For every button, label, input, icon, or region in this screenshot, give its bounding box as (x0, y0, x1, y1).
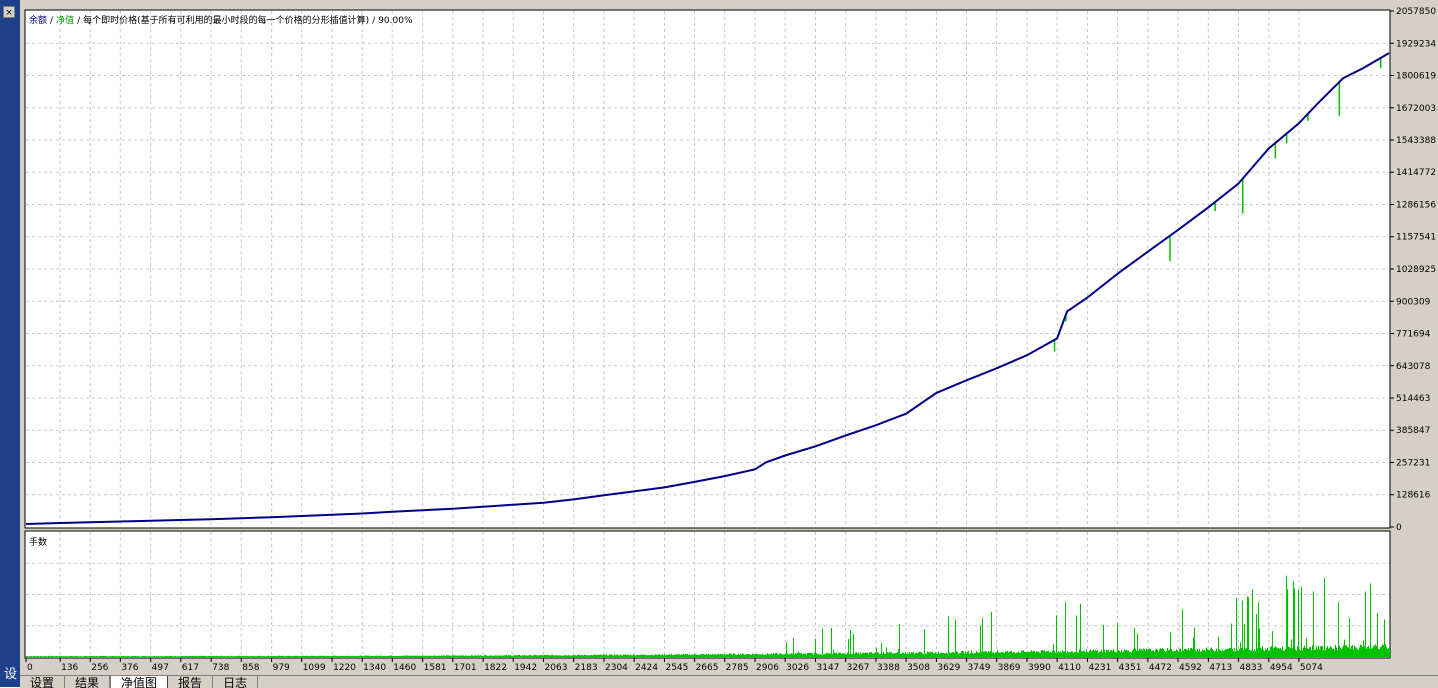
x-tick-label: 3629 (937, 663, 960, 673)
y-tick-label: 257231 (1396, 459, 1430, 469)
x-tick-label: 5074 (1300, 663, 1323, 673)
x-tick-label: 738 (212, 663, 229, 673)
x-tick-label: 1581 (424, 663, 447, 673)
y-tick-label: 643078 (1396, 362, 1431, 372)
legend-description: 每个即时价格(基于所有可利用的最小时段的每一个价格的分形插值计算) (83, 16, 370, 26)
x-tick-label: 4954 (1270, 663, 1293, 673)
x-tick-label: 3749 (968, 663, 991, 673)
y-tick-label: 128616 (1396, 491, 1431, 501)
x-tick-label: 1822 (484, 663, 507, 673)
x-tick-label: 136 (61, 663, 78, 673)
y-tick-label: 385847 (1396, 426, 1430, 436)
x-tick-label: 4351 (1119, 663, 1142, 673)
x-tick-label: 2545 (665, 663, 688, 673)
x-tick-label: 4833 (1239, 663, 1262, 673)
legend-balance: 余额 (29, 16, 48, 26)
y-tick-label: 0 (1396, 523, 1402, 533)
y-tick-label: 1672003 (1396, 104, 1436, 114)
x-tick-label: 2424 (635, 663, 658, 673)
x-tick-label: 3508 (907, 663, 930, 673)
equity-chart: 0 128616 257231 385847 514463 643078 771694 900… (24, 7, 1436, 673)
x-tick-label: 3388 (877, 663, 900, 673)
x-tick-label: 3026 (786, 663, 809, 673)
y-tick-label: 1028925 (1396, 265, 1436, 275)
x-tick-label: 4110 (1058, 663, 1081, 673)
x-tick-label: 3147 (817, 663, 840, 673)
x-tick-label: 4713 (1209, 663, 1232, 673)
x-tick-label: 4231 (1088, 663, 1111, 673)
x-tick-label: 1701 (454, 663, 477, 673)
x-tick-label: 2906 (756, 663, 779, 673)
x-tick-label: 4592 (1179, 663, 1202, 673)
legend-equity: 净值 (56, 16, 75, 26)
x-tick-label: 4472 (1149, 663, 1172, 673)
y-tick-label: 1543388 (1396, 136, 1436, 146)
y-axis: 0 128616 257231 385847 514463 643078 771694 900… (1390, 7, 1436, 533)
x-tick-label: 3869 (998, 663, 1021, 673)
x-tick-label: 2063 (545, 663, 568, 673)
y-tick-label: 1157541 (1396, 233, 1436, 243)
lots-label: 手数 (29, 538, 48, 548)
x-axis: 0 136 256 376 497 617 738 858 979 1099 1220 1340 146… (25, 658, 1323, 673)
x-tick-label: 2665 (696, 663, 719, 673)
y-tick-label: 1286156 (1396, 201, 1436, 211)
tab-equity-chart[interactable]: 净值图 (110, 676, 169, 688)
y-tick-label: 2057850 (1396, 7, 1436, 17)
x-tick-label: 2304 (605, 663, 628, 673)
y-tick-label: 1414772 (1396, 168, 1436, 178)
y-tick-label: 1929234 (1396, 39, 1436, 49)
legend-separator: / (77, 16, 81, 26)
y-tick-label: 1800619 (1396, 71, 1436, 81)
x-tick-label: 2785 (726, 663, 749, 673)
x-tick-label: 1220 (333, 663, 356, 673)
legend-separator: / (50, 16, 54, 26)
x-tick-label: 376 (121, 663, 138, 673)
legend-separator: / (372, 16, 376, 26)
x-tick-label: 1460 (393, 663, 416, 673)
x-tick-label: 3990 (1028, 663, 1051, 673)
x-tick-label: 2183 (575, 663, 598, 673)
y-tick-label: 771694 (1396, 329, 1431, 339)
x-tick-label: 256 (91, 663, 108, 673)
x-tick-label: 979 (273, 663, 290, 673)
x-tick-label: 3267 (847, 663, 870, 673)
x-tick-label: 617 (182, 663, 199, 673)
x-tick-label: 1942 (514, 663, 537, 673)
tab-bar: 设置 结果 净值图 报告 日志 (20, 675, 1438, 688)
legend-quality: 90.00% (378, 16, 413, 26)
x-tick-label: 497 (152, 663, 169, 673)
y-tick-label: 514463 (1396, 394, 1430, 404)
tab-report[interactable]: 报告 (168, 676, 214, 688)
tab-journal[interactable]: 日志 (213, 676, 259, 688)
tab-settings[interactable]: 设置 (20, 676, 66, 688)
y-tick-label: 900309 (1396, 297, 1431, 307)
x-tick-label: 0 (27, 663, 33, 673)
tab-results[interactable]: 结果 (65, 676, 111, 688)
x-tick-label: 1340 (363, 663, 386, 673)
chart-legend: 余额 / 净值 / 每个即时价格(基于所有可利用的最小时段的每一个价格的分形插值计算) /… (29, 13, 413, 26)
x-tick-label: 1099 (303, 663, 326, 673)
x-tick-label: 858 (242, 663, 259, 673)
